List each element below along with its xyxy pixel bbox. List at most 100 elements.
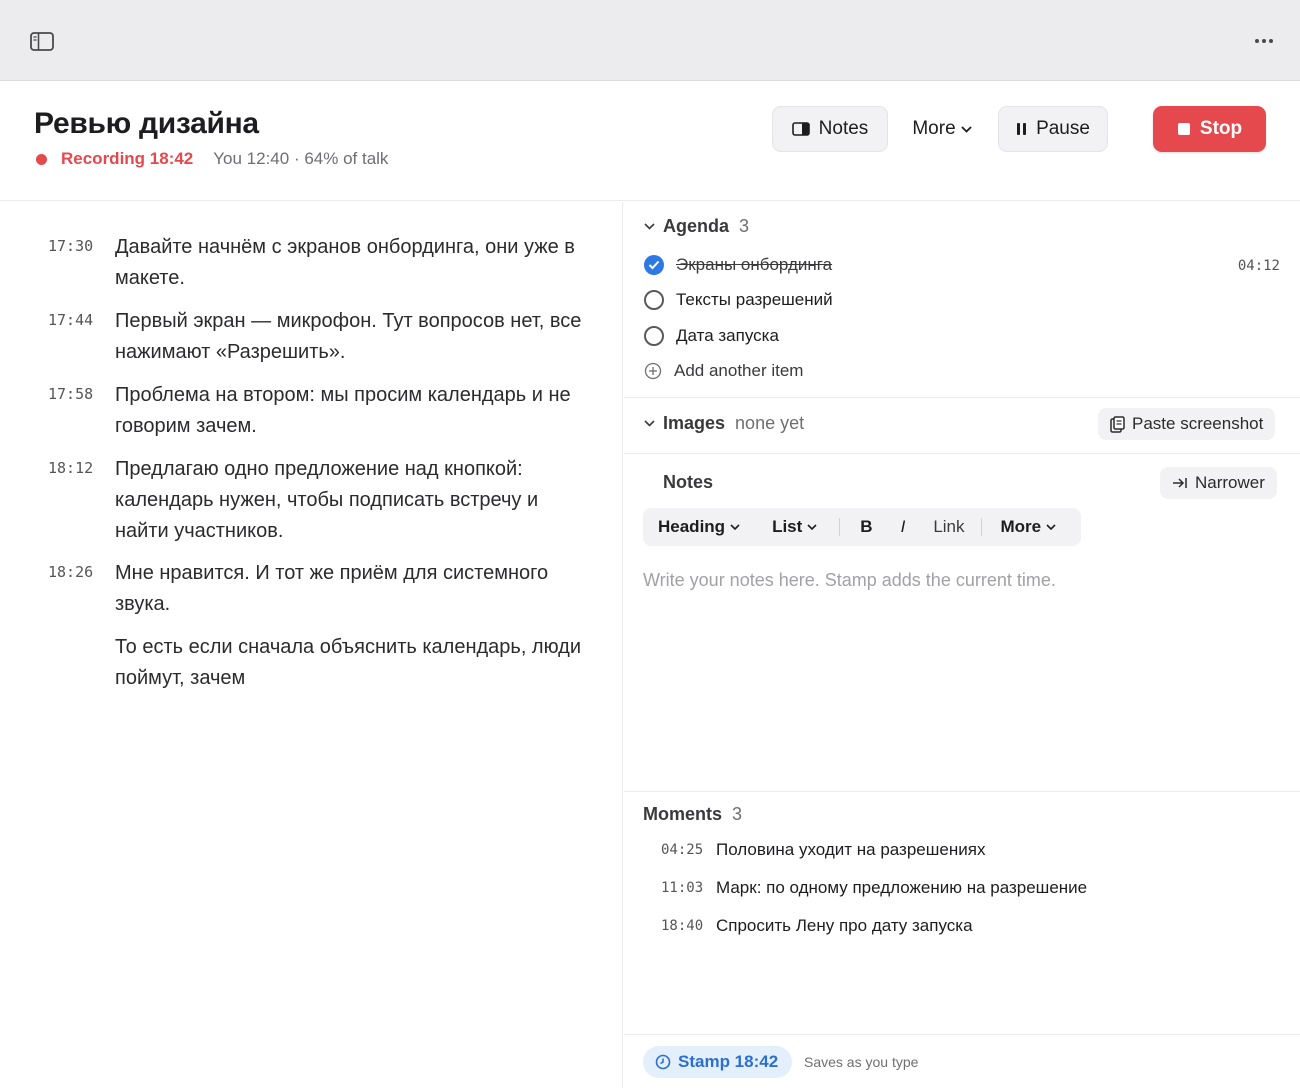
chevron-down-icon (644, 420, 655, 427)
agenda-item[interactable]: Тексты разрешений (644, 290, 833, 310)
moments-title: Moments (643, 804, 723, 824)
stamp-button[interactable]: Stamp 18:42 (643, 1046, 793, 1078)
notes-editor[interactable]: Write your notes here. Stamp adds the cu… (643, 570, 1056, 591)
chevron-down-icon (644, 223, 655, 230)
moment-time: 11:03 (661, 880, 704, 896)
narrower-label: Narrower (1195, 473, 1265, 492)
panel-icon (791, 122, 810, 136)
window-titlebar (0, 0, 1300, 81)
paste-screenshot-button[interactable]: Paste screenshot (1098, 408, 1276, 440)
checkbox-empty-icon[interactable] (644, 290, 664, 310)
moment-item[interactable]: 18:40 Спросить Лену про дату запуска (661, 916, 973, 936)
agenda-item-time: 04:12 (1237, 258, 1280, 274)
transcript-text: Первый экран — микрофон. Тут вопросов не… (115, 310, 582, 363)
more-format-dropdown[interactable]: More (1001, 517, 1057, 537)
agenda-item[interactable]: Экраны онбординга (644, 255, 832, 275)
toolbar-separator (980, 518, 982, 536)
chevron-down-icon (961, 125, 972, 133)
moment-time: 04:25 (661, 842, 704, 858)
chevron-down-icon (730, 524, 740, 530)
notes-header: Notes (663, 472, 713, 493)
agenda-count: 3 (739, 216, 750, 236)
talk-stats: You 12:40 · 64% of talk (213, 149, 389, 168)
list-dropdown[interactable]: List (772, 517, 817, 537)
moment-text: Марк: по одному предложению на разрешени… (716, 878, 1088, 897)
transcript-line: 17:58 Проблема на втором: мы просим кале… (48, 380, 585, 442)
clock-icon (655, 1054, 671, 1070)
italic-button[interactable]: I (901, 517, 906, 537)
formatting-toolbar: Heading List B I Link More (643, 508, 1081, 546)
agenda-header[interactable]: Agenda 3 (644, 216, 749, 237)
transcript-time: 18:12 (48, 459, 94, 477)
transcript-line: 17:44 Первый экран — микрофон. Тут вопро… (48, 306, 585, 368)
transcript-line: 18:26 Мне нравится. И тот же приём для с… (48, 558, 585, 620)
chevron-down-icon (1046, 524, 1056, 530)
heading-label: Heading (658, 517, 726, 536)
moment-item[interactable]: 11:03 Марк: по одному предложению на раз… (661, 878, 1087, 898)
moment-item[interactable]: 04:25 Половина уходит на разрешениях (661, 840, 985, 860)
stop-button-label: Stop (1199, 118, 1243, 139)
transcript-time (48, 632, 115, 694)
moment-text: Половина уходит на разрешениях (716, 840, 986, 859)
transcript-text: То есть если сначала объяснить календарь… (115, 636, 582, 689)
divider (624, 1034, 1300, 1035)
add-item-label: Add another item (674, 361, 804, 380)
list-label: List (772, 517, 803, 536)
side-panel: Agenda 3 Экраны онбординга 04:12 Тексты … (624, 202, 1300, 1088)
chevron-down-icon (807, 524, 817, 530)
arrow-right-to-bar-icon (1172, 477, 1188, 489)
heading-dropdown[interactable]: Heading (658, 517, 740, 537)
stamp-label: Stamp 18:42 (678, 1052, 779, 1071)
agenda-item-label: Дата запуска (676, 326, 779, 345)
add-agenda-item-button[interactable]: Add another item (644, 361, 803, 381)
more-button-label: More (912, 118, 956, 139)
stop-button[interactable]: Stop (1153, 106, 1266, 152)
moment-time: 18:40 (661, 918, 704, 934)
agenda-item-label: Тексты разрешений (676, 290, 833, 309)
divider (624, 397, 1300, 398)
transcript-line: 18:12 Предлагаю одно предложение над кно… (48, 454, 585, 547)
transcript-line: 17:30 Давайте начнём с экранов онбординг… (48, 232, 585, 294)
pause-icon (1016, 122, 1027, 136)
agenda-item-label: Экраны онбординга (676, 255, 833, 274)
notes-button-label: Notes (818, 118, 869, 139)
save-status: Saves as you type (804, 1054, 919, 1070)
images-header[interactable]: Images none yet (644, 413, 804, 434)
more-options-icon[interactable] (1248, 28, 1280, 54)
more-button[interactable]: More (900, 106, 984, 152)
pause-button[interactable]: Pause (998, 106, 1108, 152)
narrower-button[interactable]: Narrower (1160, 467, 1277, 499)
bold-label: B (860, 517, 873, 536)
recording-timer: Recording 18:42 (61, 149, 194, 168)
moments-header: Moments 3 (643, 804, 742, 825)
transcript-text: Проблема на втором: мы просим календарь … (115, 384, 571, 437)
link-label: Link (933, 517, 965, 536)
moments-count: 3 (732, 804, 743, 824)
transcript-time: 17:58 (48, 385, 94, 403)
checkbox-empty-icon[interactable] (644, 326, 664, 346)
transcript-time: 18:26 (48, 563, 94, 581)
link-button[interactable]: Link (933, 517, 964, 537)
recording-dot-icon (36, 153, 47, 165)
transcript-text: Предлагаю одно предложение над кнопкой: … (115, 458, 539, 542)
pause-button-label: Pause (1036, 118, 1090, 139)
sidebar-toggle-icon[interactable] (29, 30, 55, 52)
agenda-title: Agenda (663, 216, 730, 236)
stop-icon (1177, 122, 1191, 136)
agenda-item[interactable]: Дата запуска (644, 326, 779, 346)
transcript-line: То есть если сначала объяснить календарь… (48, 632, 585, 694)
divider (624, 791, 1300, 792)
meeting-header: Ревью дизайна Recording 18:42 You 12:40 … (0, 81, 1300, 201)
transcript-time: 17:30 (48, 237, 94, 255)
checkbox-checked-icon[interactable] (644, 255, 664, 275)
notes-button[interactable]: Notes (772, 106, 888, 152)
divider (624, 453, 1300, 454)
transcript-panel: 17:30 Давайте начнём с экранов онбординг… (0, 202, 623, 1088)
plus-circle-icon (644, 362, 662, 380)
more-format-label: More (1000, 517, 1042, 536)
bold-button[interactable]: B (860, 517, 872, 537)
images-title: Images (663, 413, 726, 433)
transcript-text: Мне нравится. И тот же приём для системн… (115, 562, 549, 615)
moment-text: Спросить Лену про дату запуска (716, 916, 973, 935)
images-status: none yet (735, 413, 805, 433)
